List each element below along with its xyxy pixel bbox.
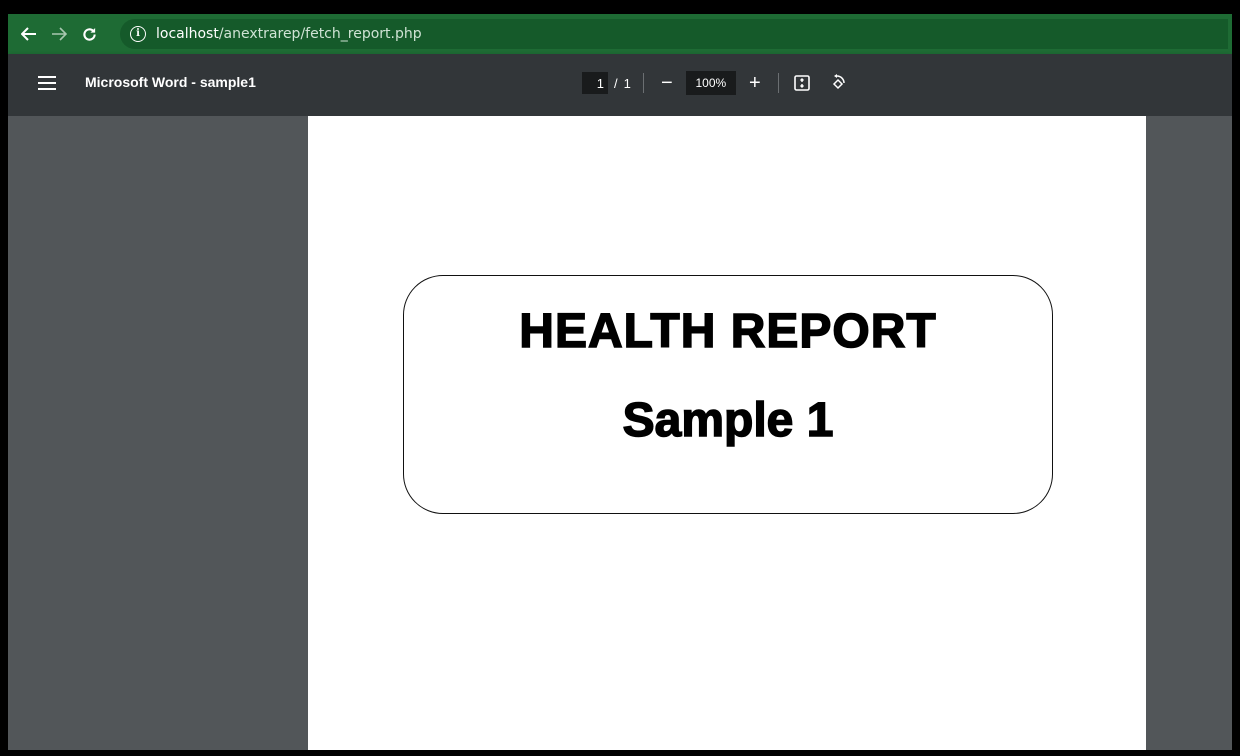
toolbar-divider bbox=[777, 73, 779, 93]
address-bar[interactable]: i localhost/anextrarep/fetch_report.php bbox=[120, 19, 1228, 49]
page-controls: / 1 − + bbox=[582, 70, 863, 96]
arrow-right-icon bbox=[52, 27, 67, 41]
fit-page-icon bbox=[794, 75, 810, 91]
url-host: localhost bbox=[156, 26, 219, 42]
title-box: HEALTH REPORT Sample 1 bbox=[403, 275, 1053, 514]
page-number-input[interactable] bbox=[582, 72, 608, 94]
zoom-out-button[interactable]: − bbox=[656, 72, 678, 95]
reload-icon bbox=[82, 27, 96, 41]
back-button[interactable] bbox=[14, 19, 44, 49]
forward-button[interactable] bbox=[44, 19, 74, 49]
menu-icon[interactable] bbox=[38, 76, 56, 90]
document-viewport[interactable]: HEALTH REPORT Sample 1 bbox=[8, 116, 1232, 750]
zoom-in-button[interactable]: + bbox=[744, 72, 766, 95]
fit-page-button[interactable] bbox=[791, 72, 813, 94]
report-heading: HEALTH REPORT bbox=[519, 304, 937, 359]
reload-button[interactable] bbox=[74, 19, 104, 49]
toolbar-divider bbox=[642, 73, 644, 93]
url-path: /anextrarep/fetch_report.php bbox=[218, 26, 422, 42]
page-separator: / bbox=[614, 75, 618, 91]
pdf-toolbar: Microsoft Word - sample1 / 1 − + bbox=[8, 54, 1232, 116]
browser-toolbar: i localhost/anextrarep/fetch_report.php bbox=[8, 14, 1232, 54]
info-icon[interactable]: i bbox=[130, 26, 146, 42]
pdf-page: HEALTH REPORT Sample 1 bbox=[308, 116, 1146, 750]
zoom-input[interactable] bbox=[685, 71, 736, 95]
screen-frame: i localhost/anextrarep/fetch_report.php … bbox=[8, 14, 1232, 750]
arrow-left-icon bbox=[21, 27, 36, 41]
rotate-button[interactable] bbox=[827, 72, 849, 94]
report-subheading: Sample 1 bbox=[622, 393, 834, 448]
page-total: 1 bbox=[623, 75, 631, 91]
rotate-icon bbox=[832, 74, 845, 90]
document-title: Microsoft Word - sample1 bbox=[85, 74, 256, 90]
